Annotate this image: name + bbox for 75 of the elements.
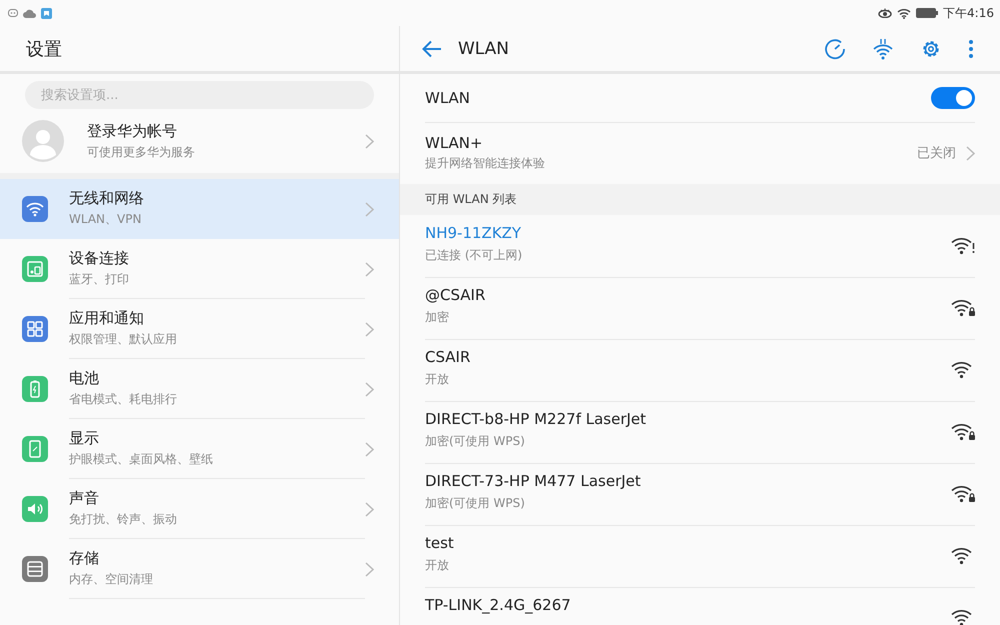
- item-title: 设备连接: [69, 249, 130, 268]
- settings-item[interactable]: 无线和网络 WLAN、VPN: [0, 179, 399, 239]
- page-title: 设置: [26, 38, 62, 60]
- setting-description: 提升网络智能连接体验: [425, 155, 546, 172]
- item-subtitle: 蓝牙、打印: [69, 271, 130, 288]
- network-name: NH9-11ZKZY: [425, 224, 522, 242]
- item-subtitle: 护眼模式、桌面风格、壁纸: [69, 451, 214, 468]
- network-name: @CSAIR: [425, 286, 486, 304]
- cloud-icon: [23, 8, 36, 18]
- network-status: 加密(可使用 WPS): [425, 432, 526, 450]
- item-title: 电池: [69, 369, 100, 388]
- network-name: test: [425, 534, 455, 552]
- setting-label: WLAN: [425, 88, 472, 106]
- item-subtitle: 内存、空间清理: [69, 571, 154, 588]
- speed-gauge-icon[interactable]: [824, 38, 846, 60]
- item-subtitle: 免打扰、铃声、振动: [69, 511, 178, 528]
- setting-label: WLAN+: [425, 134, 484, 152]
- network-item[interactable]: DIRECT-73-HP M477 LaserJet 加密(可使用 WPS): [400, 463, 1000, 525]
- item-title: 应用和通知: [69, 309, 145, 328]
- wifi-icon: [897, 8, 912, 18]
- network-name: TP-LINK_2.4G_6267: [425, 596, 572, 614]
- chevron-icon: [365, 562, 374, 576]
- network-item[interactable]: NH9-11ZKZY 已连接 (不可上网): [400, 215, 1000, 277]
- setting-value: 已关闭: [917, 145, 956, 162]
- account-subtitle: 可使用更多华为服务: [87, 144, 196, 160]
- chevron-icon: [966, 146, 975, 160]
- chevron-icon: [365, 262, 374, 276]
- account-row[interactable]: 登录华为帐号 可使用更多华为服务: [0, 109, 399, 173]
- network-item[interactable]: test 开放: [400, 525, 1000, 587]
- settings-item[interactable]: 应用和通知 权限管理、默认应用: [0, 299, 399, 359]
- chat-icon: [8, 9, 18, 17]
- avatar-icon: [22, 120, 64, 162]
- item-title: 显示: [69, 429, 100, 448]
- network-status: 加密: [425, 308, 450, 326]
- settings-item[interactable]: 电池 省电模式、耗电排行: [0, 359, 399, 419]
- item-subtitle: 省电模式、耗电排行: [69, 391, 178, 408]
- account-title: 登录华为帐号: [87, 122, 178, 140]
- network-item[interactable]: CSAIR 开放: [400, 339, 1000, 401]
- wifi-direct-icon[interactable]: [872, 38, 894, 60]
- network-name: DIRECT-b8-HP M227f LaserJet: [425, 410, 648, 428]
- section-header: 可用 WLAN 列表: [400, 184, 1000, 215]
- item-subtitle: WLAN、VPN: [69, 211, 142, 228]
- item-subtitle: 权限管理、默认应用: [69, 331, 178, 348]
- back-icon[interactable]: [422, 40, 442, 58]
- network-status: 加密(可使用 WPS): [425, 494, 526, 512]
- network-status: 开放: [425, 556, 450, 574]
- toggle-switch[interactable]: [931, 86, 975, 108]
- search-field[interactable]: 搜索设置项...: [25, 81, 374, 109]
- network-name: DIRECT-73-HP M477 LaserJet: [425, 472, 642, 490]
- network-item[interactable]: TP-LINK_2.4G_6267: [400, 587, 1000, 625]
- chevron-icon: [365, 322, 374, 336]
- page-title: WLAN: [458, 38, 510, 58]
- chevron-icon: [365, 202, 374, 216]
- eye-icon: [878, 8, 892, 18]
- item-title: 声音: [69, 489, 100, 508]
- network-name: CSAIR: [425, 348, 472, 366]
- app-icon: [41, 8, 52, 18]
- settings-item[interactable]: 设备连接 蓝牙、打印: [0, 239, 399, 299]
- item-title: 无线和网络: [69, 189, 145, 208]
- battery-icon: [916, 8, 938, 18]
- settings-item[interactable]: 显示 护眼模式、桌面风格、壁纸: [0, 419, 399, 479]
- network-item[interactable]: DIRECT-b8-HP M227f LaserJet 加密(可使用 WPS): [400, 401, 1000, 463]
- chevron-icon: [365, 442, 374, 456]
- more-icon[interactable]: [968, 38, 974, 58]
- network-status: 已连接 (不可上网): [425, 246, 524, 264]
- chevron-icon: [365, 382, 374, 396]
- settings-row[interactable]: WLAN+ 提升网络智能连接体验 已关闭: [400, 122, 1000, 184]
- chevron-icon: [365, 134, 374, 148]
- chevron-icon: [365, 502, 374, 516]
- settings-item[interactable]: 声音 免打扰、铃声、振动: [0, 479, 399, 539]
- network-status: 开放: [425, 370, 450, 388]
- settings-item[interactable]: 存储 内存、空间清理: [0, 539, 399, 599]
- clock-time: 下午4:16: [943, 4, 994, 22]
- item-title: 存储: [69, 549, 100, 568]
- network-item[interactable]: @CSAIR 加密: [400, 277, 1000, 339]
